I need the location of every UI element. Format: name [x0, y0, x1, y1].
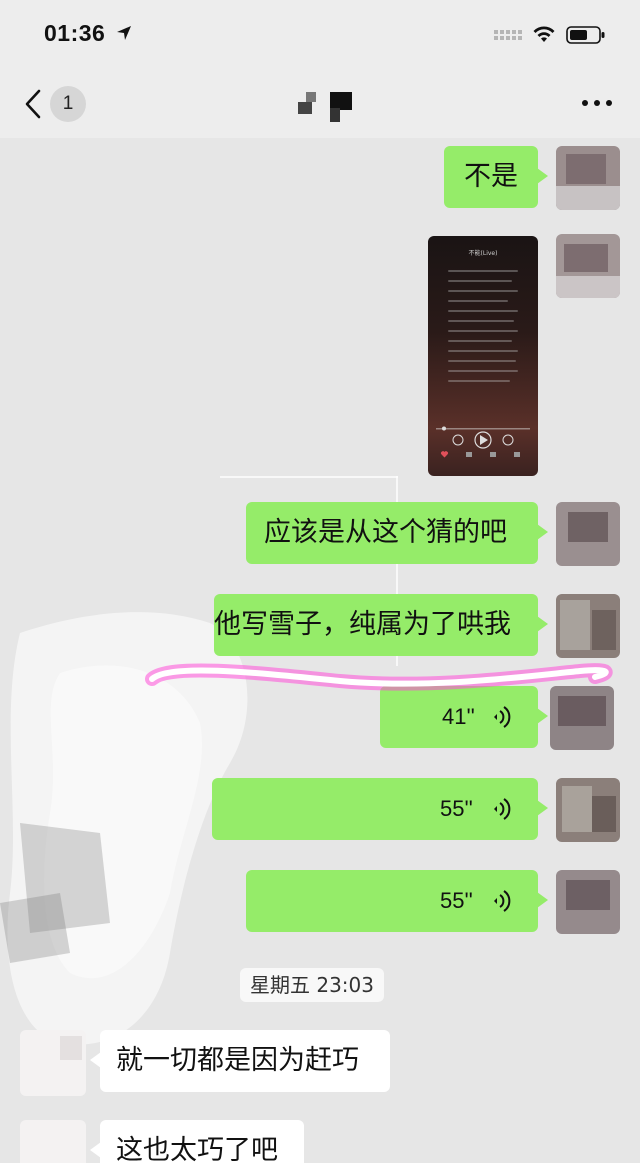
my-avatar[interactable]: [556, 234, 620, 298]
player-controls: [436, 426, 530, 458]
voice-wave-icon: [494, 706, 511, 728]
my-avatar[interactable]: [556, 146, 620, 210]
my-avatar[interactable]: [556, 778, 620, 842]
chat-timestamp: 星期五 23:03: [240, 968, 384, 1002]
message-text: 就一切都是因为赶巧: [116, 1045, 359, 1076]
screenshot-song-title: 不能(Live): [468, 250, 498, 257]
message-list[interactable]: 不是 不能(Live) 应该是从这个猜的吧 他写雪子，纯属为了哄我 41'' 5…: [0, 138, 640, 1163]
lyric-line: [448, 320, 514, 322]
incoming-message[interactable]: 就一切都是因为赶巧: [90, 1030, 390, 1092]
outgoing-message[interactable]: 不是: [444, 146, 548, 208]
voice-message[interactable]: 55'': [246, 870, 548, 932]
cellular-signal-icon: [494, 30, 522, 40]
lyric-line: [448, 330, 518, 332]
lyric-line: [448, 360, 516, 362]
back-button[interactable]: 1: [22, 86, 90, 122]
chat-header: 1: [0, 68, 640, 138]
contact-avatar[interactable]: [20, 1120, 86, 1163]
voice-duration: 55'': [440, 888, 473, 913]
more-options-icon[interactable]: [580, 96, 614, 110]
contact-name-redacted: [298, 92, 352, 122]
lyric-line: [448, 370, 518, 372]
my-avatar[interactable]: [556, 870, 620, 934]
location-arrow-icon: [117, 26, 131, 40]
overlay-line: [220, 476, 398, 478]
lyric-line: [448, 280, 512, 282]
status-bar: 01:36: [0, 0, 640, 68]
incoming-message[interactable]: 这也太巧了吧: [90, 1120, 304, 1163]
shared-screenshot-image[interactable]: 不能(Live): [428, 236, 538, 476]
status-time: 01:36: [44, 20, 106, 46]
pink-highlight-stroke: [145, 663, 613, 691]
lyric-line: [448, 270, 518, 272]
lyric-line: [448, 380, 510, 382]
my-avatar[interactable]: [556, 502, 620, 566]
message-text: 应该是从这个猜的吧: [264, 517, 507, 548]
lyric-line: [448, 300, 508, 302]
chevron-left-icon: [25, 89, 41, 119]
voice-message[interactable]: 55'': [212, 778, 548, 840]
message-text: 不是: [464, 161, 518, 192]
voice-wave-icon: [494, 890, 511, 912]
unread-count-badge: 1: [50, 86, 86, 122]
message-text: 他写雪子，纯属为了哄我: [214, 609, 511, 640]
voice-wave-icon: [494, 798, 511, 820]
battery-icon: [566, 26, 605, 44]
outgoing-message[interactable]: 应该是从这个猜的吧: [246, 502, 548, 564]
lyric-line: [448, 310, 518, 312]
lyric-line: [448, 350, 518, 352]
lyric-line: [448, 290, 518, 292]
lyric-line: [448, 340, 512, 342]
contact-avatar[interactable]: [20, 1030, 86, 1096]
message-text: 这也太巧了吧: [116, 1135, 278, 1163]
voice-duration: 55'': [440, 796, 473, 821]
wifi-icon: [533, 26, 555, 42]
